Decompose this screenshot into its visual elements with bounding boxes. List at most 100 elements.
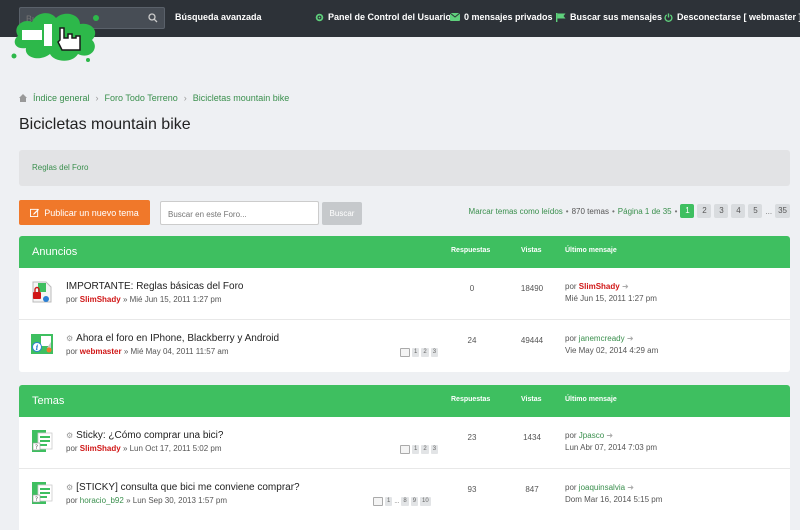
page-button[interactable]: 2 xyxy=(697,204,712,218)
last-post-info: por SlimShady ➜ Mié Jun 15, 2011 1:27 pm xyxy=(565,281,657,305)
last-post-info: por joaquinsalvia ➜ Dom Mar 16, 2014 5:1… xyxy=(565,482,662,506)
last-post-date: Lun Abr 07, 2014 7:03 pm xyxy=(565,443,658,452)
last-post-user-link[interactable]: janemcready xyxy=(579,334,625,343)
power-icon xyxy=(664,12,673,22)
topic-page-link[interactable]: 2 xyxy=(421,348,429,357)
topic-page-link[interactable]: 1 xyxy=(385,497,393,506)
col-views: Vistas xyxy=(521,396,542,403)
svg-text:i: i xyxy=(36,343,39,352)
topic-page-ellipsis: ... xyxy=(394,498,400,505)
new-topic-button[interactable]: Publicar un nuevo tema xyxy=(19,200,150,225)
announcement-locked-icon xyxy=(32,281,52,303)
breadcrumb-forum-link[interactable]: Foro Todo Terreno xyxy=(105,93,178,103)
topic-meta: por SlimShady » Lun Oct 17, 2011 5:02 pm xyxy=(66,444,222,453)
announcements-header: Anuncios Respuestas Vistas Último mensaj… xyxy=(19,236,790,268)
forum-search-button[interactable]: Buscar xyxy=(322,202,362,225)
last-post-user-link[interactable]: Jpasco xyxy=(579,431,604,440)
topic-title-link[interactable]: IMPORTANTE: Reglas básicas del Foro xyxy=(66,281,243,292)
topic-page-link[interactable]: 9 xyxy=(410,497,419,506)
topic-page-link[interactable]: 2 xyxy=(421,445,429,454)
page-of-label[interactable]: Página 1 de 35 xyxy=(618,207,672,216)
search-icon[interactable] xyxy=(148,13,158,23)
topic-date: » Mié Jun 15, 2011 1:27 pm xyxy=(122,295,222,304)
pagination-ellipsis: ... xyxy=(765,206,773,216)
breadcrumb-subforum-link[interactable]: Bicicletas mountain bike xyxy=(193,93,290,103)
go-to-last-post-icon[interactable]: ➜ xyxy=(622,282,629,291)
topic-page-link[interactable]: 8 xyxy=(401,497,409,506)
last-post-user-link[interactable]: joaquinsalvia xyxy=(579,483,625,492)
topic-meta-by: por xyxy=(66,347,78,356)
gear-icon: ⚙ xyxy=(66,431,74,440)
mark-read-link[interactable]: Marcar temas como leídos xyxy=(469,207,563,216)
page-button[interactable]: 3 xyxy=(714,204,729,218)
new-topic-label: Publicar un nuevo tema xyxy=(44,207,139,218)
reply-count: 23 xyxy=(467,433,477,442)
forum-rules-link[interactable]: Reglas del Foro xyxy=(32,163,88,172)
topic-page-links: 1 ... 8 9 10 xyxy=(373,497,431,506)
topics-header: Temas Respuestas Vistas Último mensaje xyxy=(19,385,790,417)
topic-count: 870 temas xyxy=(571,206,609,216)
breadcrumb-separator: › xyxy=(95,93,99,103)
topic-page-link[interactable]: 3 xyxy=(430,348,439,357)
user-control-panel-label: Panel de Control del Usuario xyxy=(328,12,452,22)
pagination-separator: • xyxy=(611,206,615,216)
page-button-last[interactable]: 35 xyxy=(775,204,790,218)
topic-row[interactable]: ? ⚙ Sticky: ¿Cómo comprar una bici? por … xyxy=(19,417,790,469)
forum-search-box[interactable] xyxy=(160,201,319,225)
topic-row[interactable]: ? ⚙ [STICKY] consulta que bici me convie… xyxy=(19,469,790,521)
topics-title: Temas xyxy=(32,395,65,407)
col-replies: Respuestas xyxy=(451,247,491,254)
pages-icon xyxy=(400,348,410,357)
last-post-date: Mié Jun 15, 2011 1:27 pm xyxy=(565,294,657,303)
topic-title-link[interactable]: ⚙ Ahora el foro en IPhone, Blackberry y … xyxy=(66,333,279,344)
top-navbar: Búsqueda avanzada Panel de Control del U… xyxy=(0,0,800,37)
topic-meta-by: por xyxy=(66,496,78,505)
private-messages-link[interactable]: 0 mensajes privados xyxy=(450,12,553,22)
topic-author-link[interactable]: webmaster xyxy=(80,347,122,356)
topic-page-link[interactable]: 1 xyxy=(412,348,420,357)
go-to-last-post-icon[interactable]: ➜ xyxy=(627,334,634,343)
topic-row[interactable]: IMPORTANTE: Reglas básicas del Foro por … xyxy=(19,268,790,320)
page-button-current[interactable]: 1 xyxy=(680,204,695,218)
user-control-panel-link[interactable]: Panel de Control del Usuario xyxy=(315,12,451,22)
search-own-posts-label: Buscar sus mensajes xyxy=(570,12,663,22)
view-count: 18490 xyxy=(520,284,544,293)
topic-page-link[interactable]: 10 xyxy=(420,497,431,506)
topic-page-link[interactable]: 3 xyxy=(430,445,439,454)
topic-author-link[interactable]: horacio_b92 xyxy=(80,496,124,505)
topic-title-link[interactable]: ⚙ Sticky: ¿Cómo comprar una bici? xyxy=(66,430,223,441)
topic-row[interactable]: i ⚙ Ahora el foro en IPhone, Blackberry … xyxy=(19,320,790,372)
advanced-search-link[interactable]: Búsqueda avanzada xyxy=(175,12,262,22)
col-last-post: Último mensaje xyxy=(565,396,617,403)
search-own-posts-link[interactable]: Buscar sus mensajes xyxy=(556,12,662,22)
topic-meta: por horacio_b92 » Lun Sep 30, 2013 1:57 … xyxy=(66,496,227,505)
breadcrumb-index-link[interactable]: Índice general xyxy=(33,93,90,103)
announcement-info-icon: i xyxy=(31,334,53,354)
pagination-separator: • xyxy=(674,206,678,216)
home-icon xyxy=(19,94,27,102)
topic-meta: por SlimShady » Mié Jun 15, 2011 1:27 pm xyxy=(66,295,222,304)
last-post-by: por xyxy=(565,483,577,492)
last-post-date: Dom Mar 16, 2014 5:15 pm xyxy=(565,495,663,504)
topic-meta-by: por xyxy=(66,444,78,453)
go-to-last-post-icon[interactable]: ➜ xyxy=(606,431,613,440)
last-post-user-link[interactable]: SlimShady xyxy=(579,282,620,291)
reply-count: 24 xyxy=(467,336,477,345)
topic-title-text: IMPORTANTE: Reglas básicas del Foro xyxy=(66,281,244,292)
rules-box: Reglas del Foro xyxy=(19,150,790,186)
logout-link[interactable]: Desconectarse [ webmaster ] xyxy=(664,12,800,22)
reply-count: 93 xyxy=(467,485,477,494)
topic-title-text: Sticky: ¿Cómo comprar una bici? xyxy=(76,430,224,441)
go-to-last-post-icon[interactable]: ➜ xyxy=(627,483,634,492)
topic-title-link[interactable]: ⚙ [STICKY] consulta que bici me conviene… xyxy=(66,482,300,493)
page-button[interactable]: 5 xyxy=(748,204,763,218)
topic-page-link[interactable]: 1 xyxy=(412,445,420,454)
last-post-by: por xyxy=(565,431,577,440)
forum-search-input[interactable] xyxy=(168,207,313,221)
topic-author-link[interactable]: SlimShady xyxy=(80,295,121,304)
pencil-icon xyxy=(30,208,40,217)
sticky-topic-icon: ? xyxy=(32,430,53,452)
page-button[interactable]: 4 xyxy=(731,204,746,218)
topic-author-link[interactable]: SlimShady xyxy=(80,444,121,453)
logout-label: Desconectarse [ webmaster ] xyxy=(677,12,800,22)
